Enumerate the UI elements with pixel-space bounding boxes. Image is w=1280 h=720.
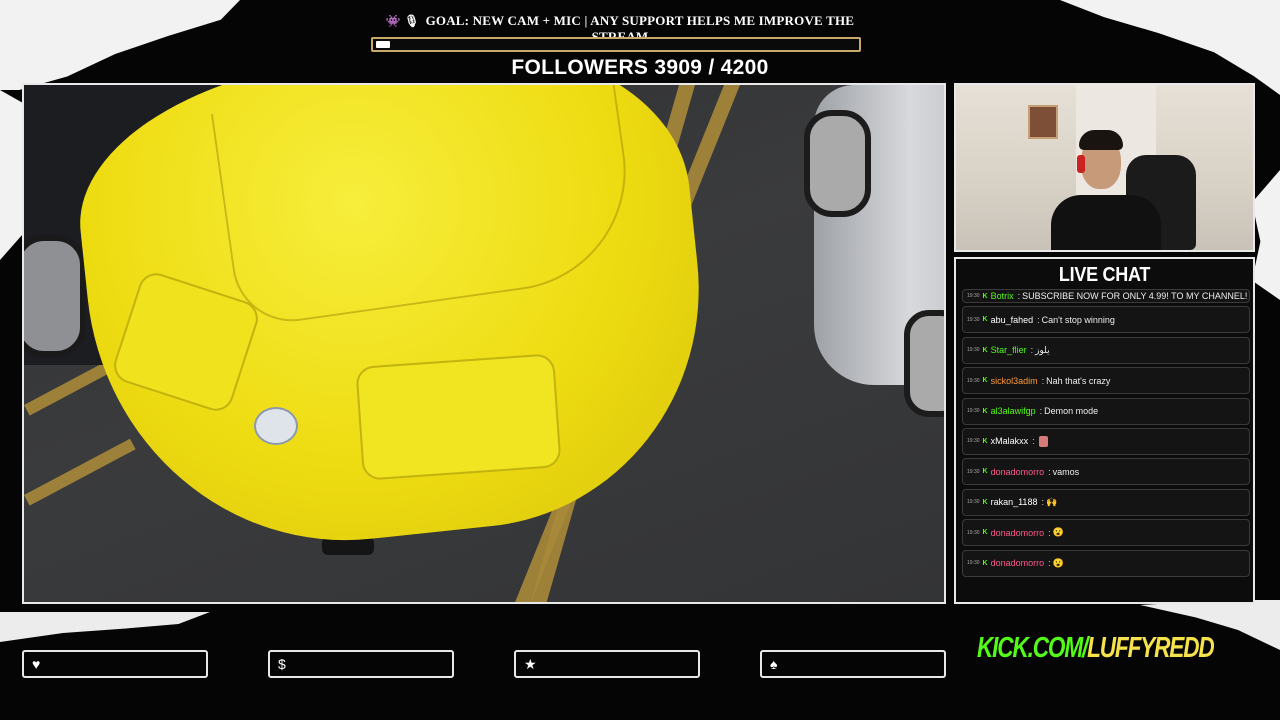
goal-progress-fill (376, 41, 390, 48)
kick-logo-k: K (977, 632, 993, 664)
chat-message: 19:30 Krakan_1188: 🙌 (962, 488, 1250, 516)
kick-badge-icon: K (982, 292, 988, 300)
panel-hearts: ♥ (22, 650, 208, 678)
kick-badge-icon: K (982, 437, 988, 445)
car-wheel (24, 235, 86, 357)
decorative-sketch-top-right (1060, 0, 1280, 95)
chat-message: 19:30 K Botrix: SUBSCRIBE NOW FOR ONLY 4.99… (962, 289, 1250, 303)
chat-username[interactable]: donadomorro (991, 528, 1045, 538)
chat-username[interactable]: donadomorro (991, 467, 1045, 477)
kick-domain: ICK.COM/ (992, 632, 1088, 664)
channel-name: LUFFYREDD (1087, 632, 1215, 664)
chat-separator: : (1032, 436, 1035, 447)
chat-username[interactable]: rakan_1188 (991, 497, 1038, 507)
chat-title: LIVE CHAT (1058, 264, 1151, 286)
kick-channel-link: KICK.COM/LUFFYREDD (977, 632, 1215, 665)
chat-separator: : (1048, 466, 1051, 477)
chat-timestamp: 19:30 (967, 408, 980, 415)
chat-timestamp: 19:30 (967, 438, 980, 445)
chat-timestamp: 19:30 (967, 560, 980, 567)
car-wheel (904, 310, 944, 417)
chat-message: 19:30 Kdonadomorro: 😮 (962, 549, 1250, 577)
chat-username[interactable]: Botrix (991, 291, 1014, 301)
chat-timestamp: 19:30 (967, 529, 980, 536)
main-video-frame (22, 83, 946, 604)
chat-timestamp: 19:30 (967, 468, 980, 475)
chat-message: 19:30 KxMalakxx: (962, 427, 1250, 455)
dollar-icon: $ (278, 656, 286, 672)
panel-donations: $ (268, 650, 454, 678)
kick-badge-icon: K (982, 407, 988, 415)
decorative-sketch-bottom-left (0, 612, 210, 642)
chat-message: 19:30 K Star_flier: يلوز (962, 336, 1250, 364)
chat-username[interactable]: al3alawifgp (991, 406, 1036, 416)
chat-separator: : (1017, 291, 1021, 301)
chat-text: 😮 (1052, 527, 1064, 538)
star-icon: ★ (524, 655, 537, 672)
kick-badge-icon: K (982, 346, 988, 354)
chat-username[interactable]: Star_flier (991, 345, 1027, 355)
followers-counter: FOLLOWERS 3909 / 4200 (511, 56, 769, 79)
chat-separator: : (1030, 345, 1034, 356)
chat-message: 19:30 Kdonadomorro: vamos (962, 458, 1250, 486)
chat-separator: : (1037, 314, 1040, 325)
chat-text: Nah that's crazy (1046, 375, 1111, 386)
live-chat-panel: LIVE CHAT 19:30 K Botrix: SUBSCRIBE NOW FOR… (954, 257, 1255, 604)
chat-timestamp: 19:30 (967, 293, 980, 299)
panel-stars: ★ (514, 650, 700, 678)
goal-progress-bar (371, 37, 861, 52)
chat-username[interactable]: xMalakxx (991, 436, 1029, 446)
chat-text: يلوز (1035, 344, 1050, 355)
kick-badge-icon: K (982, 498, 988, 506)
streamer-hair (1079, 130, 1123, 150)
chat-message: 19:30 Kabu_fahed: Can't stop winning (962, 306, 1250, 334)
chat-separator: : (1048, 558, 1051, 569)
chat-separator: : (1041, 497, 1044, 508)
drop-icon: ♠ (770, 656, 778, 672)
chat-separator: : (1039, 406, 1043, 417)
cam-wall-picture (1028, 105, 1058, 139)
panel-drops: ♠ (760, 650, 946, 678)
chat-separator: : (1048, 527, 1051, 538)
chat-text: SUBSCRIBE NOW FOR ONLY 4.99! TO MY CHANN… (1022, 291, 1249, 301)
kick-badge-icon: K (982, 529, 988, 537)
chat-timestamp: 19:30 (967, 377, 980, 384)
chat-text: 🙌 (1045, 496, 1058, 507)
chat-text: Demon mode (1044, 406, 1099, 417)
chat-username[interactable]: sickol3adim (991, 376, 1038, 386)
chat-message: 19:30 Kal3alawifgp: Demon mode (962, 397, 1250, 425)
webcam-frame (954, 83, 1255, 252)
headset-icon (1077, 155, 1085, 173)
headlight-cover-right (355, 353, 562, 481)
chat-text: 😮 (1052, 557, 1064, 568)
car-wheel (804, 110, 871, 217)
decorative-sketch-right (1252, 170, 1280, 300)
chat-timestamp: 19:30 (967, 316, 980, 323)
decorative-sketch-top-left (0, 0, 240, 90)
goal-icons: 👾 🎙 (385, 14, 420, 28)
kick-badge-icon: K (982, 468, 988, 476)
emote-icon (1038, 435, 1048, 447)
chat-username[interactable]: abu_fahed (991, 315, 1034, 325)
parking-lot-scene (24, 85, 944, 602)
chat-message: 19:30 Ksickol3adim: Nah that's crazy (962, 367, 1250, 395)
chat-timestamp: 19:30 (967, 347, 980, 354)
chat-username[interactable]: donadomorro (991, 558, 1045, 568)
chat-separator: : (1041, 375, 1045, 386)
kick-badge-icon: K (982, 559, 988, 567)
chat-message-list[interactable]: 19:30 K Botrix: SUBSCRIBE NOW FOR ONLY 4.99… (962, 289, 1250, 580)
chat-timestamp: 19:30 (967, 499, 980, 506)
streamer-body (1051, 195, 1161, 250)
heart-icon: ♥ (32, 656, 41, 672)
corvette-badge (254, 407, 298, 445)
chat-message: 19:30 Kdonadomorro: 😮 (962, 519, 1250, 547)
chat-text: vamos (1052, 466, 1080, 477)
kick-badge-icon: K (982, 377, 988, 385)
kick-badge-icon: K (982, 316, 988, 324)
chat-text: Can't stop winning (1041, 314, 1115, 325)
